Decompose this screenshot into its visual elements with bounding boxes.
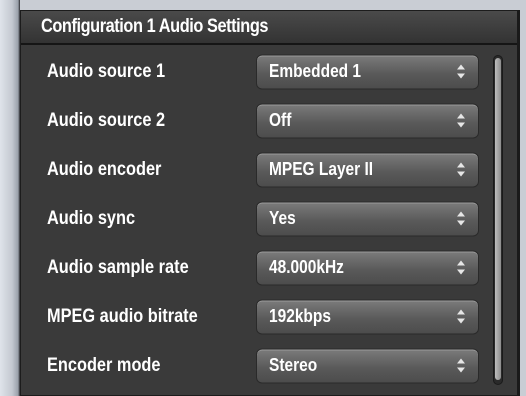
select-value: Stereo [269, 355, 318, 375]
window-frame: Configuration 1 Audio Settings Audio sou… [0, 0, 526, 396]
settings-rows: Audio source 1 Embedded 1 Audio source 2… [21, 47, 491, 390]
up-down-arrows-icon [457, 358, 465, 373]
audio-source-2-select[interactable]: Off [256, 103, 479, 138]
row-audio-sample-rate: Audio sample rate 48.000kHz [21, 243, 491, 292]
window-left-edge [0, 0, 20, 396]
panel-header: Configuration 1 Audio Settings [21, 11, 517, 45]
audio-settings-panel: Configuration 1 Audio Settings Audio sou… [20, 10, 520, 396]
row-label: Audio encoder [47, 158, 162, 180]
row-label: Encoder mode [47, 354, 161, 376]
select-value: Yes [269, 208, 296, 228]
audio-sync-select[interactable]: Yes [256, 201, 479, 236]
scrollbar-thumb[interactable] [495, 58, 501, 380]
audio-sample-rate-select[interactable]: 48.000kHz [256, 250, 479, 285]
row-encoder-mode: Encoder mode Stereo [21, 341, 491, 390]
select-value: 48.000kHz [269, 257, 344, 277]
row-label: Audio sample rate [47, 256, 189, 278]
select-value: 192kbps [269, 306, 331, 326]
up-down-arrows-icon [457, 162, 465, 177]
row-audio-source-1: Audio source 1 Embedded 1 [21, 47, 491, 96]
up-down-arrows-icon [457, 211, 465, 226]
up-down-arrows-icon [457, 64, 465, 79]
panel-title: Configuration 1 Audio Settings [41, 16, 269, 37]
row-label: Audio source 1 [47, 60, 166, 82]
select-value: Embedded 1 [269, 61, 362, 81]
row-label: Audio sync [47, 207, 136, 229]
row-label: MPEG audio bitrate [47, 305, 198, 327]
row-audio-source-2: Audio source 2 Off [21, 96, 491, 145]
encoder-mode-select[interactable]: Stereo [256, 348, 479, 383]
row-mpeg-audio-bitrate: MPEG audio bitrate 192kbps [21, 292, 491, 341]
audio-source-1-select[interactable]: Embedded 1 [256, 54, 479, 89]
row-label: Audio source 2 [47, 109, 166, 131]
up-down-arrows-icon [457, 260, 465, 275]
select-value: MPEG Layer II [269, 159, 374, 179]
up-down-arrows-icon [457, 113, 465, 128]
audio-encoder-select[interactable]: MPEG Layer II [256, 152, 479, 187]
row-audio-encoder: Audio encoder MPEG Layer II [21, 145, 491, 194]
row-audio-sync: Audio sync Yes [21, 194, 491, 243]
mpeg-audio-bitrate-select[interactable]: 192kbps [256, 299, 479, 334]
up-down-arrows-icon [457, 309, 465, 324]
vertical-scrollbar[interactable] [493, 55, 503, 385]
select-value: Off [269, 110, 292, 130]
